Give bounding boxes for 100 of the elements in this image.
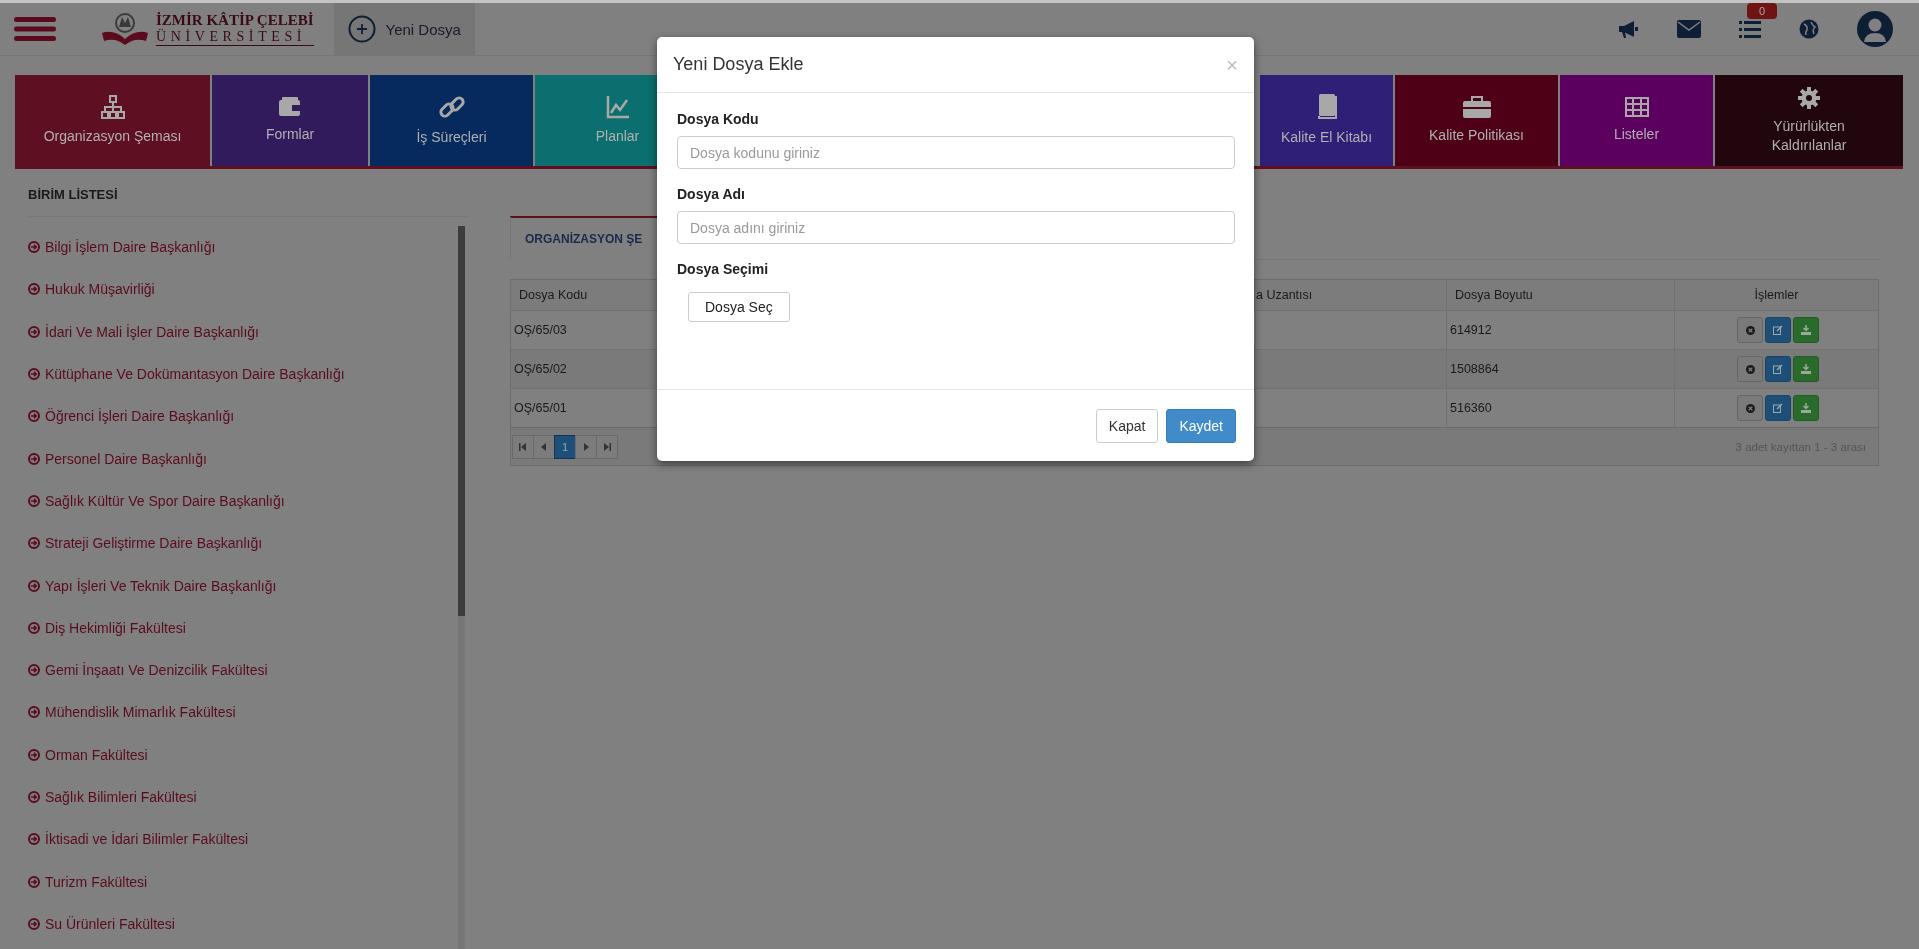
arrow-circle-icon bbox=[28, 368, 40, 381]
sidebar-item[interactable]: Su Ürünleri Fakültesi bbox=[28, 902, 458, 946]
arrow-circle-icon bbox=[28, 579, 40, 592]
download-button[interactable] bbox=[1793, 317, 1819, 343]
download-icon bbox=[1801, 364, 1811, 374]
sidebar-item[interactable]: İdari Ve Mali İşler Daire Başkanlığı bbox=[28, 310, 458, 353]
book-icon bbox=[1316, 94, 1337, 120]
arrow-circle-icon bbox=[28, 833, 40, 846]
arrow-circle-icon bbox=[28, 621, 40, 634]
line-chart-icon bbox=[605, 95, 630, 119]
page-button[interactable]: 1 bbox=[554, 434, 576, 459]
sidebar-item[interactable]: Gemi İnşaatı Ve Denizcilik Fakültesi bbox=[28, 648, 458, 692]
input-field[interactable]: Dosya kodunu giriniz bbox=[677, 136, 1235, 169]
sidebar-item[interactable]: İktisadi ve İdari Bilimler Fakültesi bbox=[28, 818, 458, 861]
megaphone-icon[interactable] bbox=[1617, 19, 1639, 39]
arrow-circle-icon bbox=[28, 410, 40, 423]
table-cell: OŞ/65/02 bbox=[514, 362, 567, 376]
input-field[interactable]: Dosya adını giriniz bbox=[677, 211, 1235, 244]
arrow-circle-icon bbox=[28, 791, 40, 803]
download-icon bbox=[1801, 403, 1811, 413]
download-button[interactable] bbox=[1793, 395, 1819, 421]
sidebar-item[interactable]: Sağlık Kültür Ve Spor Daire Başkanlığı bbox=[28, 479, 458, 523]
link-icon bbox=[438, 94, 465, 120]
sidebar-item[interactable]: Diş Hekimliği Fakültesi bbox=[28, 606, 458, 649]
arrow-circle-icon bbox=[28, 875, 40, 888]
sidebar-item[interactable]: Strateji Geliştirme Daire Başkanlığı bbox=[28, 522, 458, 565]
arrow-circle-icon bbox=[28, 452, 40, 465]
previous-page-button[interactable] bbox=[533, 434, 555, 459]
next-page-button[interactable] bbox=[575, 434, 597, 459]
new-file-button[interactable]: Yeni Dosya bbox=[333, 3, 475, 55]
close-circle-icon bbox=[1745, 403, 1755, 413]
last-page-button[interactable] bbox=[596, 434, 618, 459]
column-header: Dosya Boyutu bbox=[1455, 288, 1533, 302]
menu-tile[interactable]: Formlar bbox=[212, 75, 368, 166]
table-cell: OŞ/65/03 bbox=[514, 323, 567, 337]
sidebar-item[interactable]: Bilgi İşlem Daire Başkanlığı bbox=[28, 226, 458, 269]
settings-icon bbox=[1798, 86, 1820, 109]
sidebar-item[interactable]: Sağlık Bilimleri Fakültesi bbox=[28, 775, 458, 819]
logo-icon bbox=[100, 11, 150, 47]
previous-icon bbox=[541, 442, 547, 451]
avatar-icon[interactable] bbox=[1857, 11, 1893, 47]
menu-tile[interactable]: Listeler bbox=[1560, 75, 1713, 166]
column-header: a Uzantısı bbox=[1256, 288, 1313, 302]
sidebar-title: BİRİM LİSTESİ bbox=[28, 187, 467, 217]
sidebar-item[interactable]: Yapı İşleri Ve Teknik Daire Başkanlığı bbox=[28, 564, 458, 607]
arrow-circle-icon bbox=[28, 241, 40, 254]
wallet-icon bbox=[279, 97, 301, 117]
choose-file-button[interactable]: Dosya Seç bbox=[688, 292, 790, 322]
close-circle-icon bbox=[1745, 364, 1755, 374]
arrow-circle-icon bbox=[28, 917, 40, 930]
first-page-icon bbox=[519, 442, 527, 451]
sidebar-item[interactable]: Öğrenci İşleri Daire Başkanlığı bbox=[28, 395, 458, 438]
next-icon bbox=[583, 442, 589, 451]
field-label: Dosya Seçimi bbox=[677, 261, 769, 277]
menu-tile[interactable]: Organizasyon Şeması bbox=[15, 75, 210, 166]
sidebar-item[interactable]: Personel Daire Başkanlığı bbox=[28, 437, 458, 480]
list-icon[interactable] bbox=[1739, 19, 1761, 39]
sidebar-item[interactable]: Kütüphane Ve Dokümantasyon Daire Başkanlığı bbox=[28, 352, 458, 396]
save-button[interactable]: Kaydet bbox=[1166, 408, 1236, 443]
arrow-circle-icon bbox=[28, 325, 40, 338]
logo-subtitle: ÜNİVERSİTESİ bbox=[156, 29, 307, 45]
menu-tile[interactable]: İş Süreçleri bbox=[370, 75, 533, 166]
delete-button[interactable] bbox=[1737, 356, 1763, 382]
sidebar-item[interactable]: Hukuk Müşavirliği bbox=[28, 268, 458, 311]
sidebar-item[interactable]: Mühendislik Mimarlık Fakültesi bbox=[28, 691, 458, 734]
arrow-circle-icon bbox=[28, 283, 40, 296]
delete-button[interactable] bbox=[1737, 317, 1763, 343]
first-page-button[interactable] bbox=[512, 434, 534, 459]
envelope-icon[interactable] bbox=[1677, 20, 1701, 38]
download-button[interactable] bbox=[1793, 356, 1819, 382]
arrow-circle-icon bbox=[28, 706, 40, 719]
close-button[interactable]: × bbox=[1226, 54, 1238, 75]
edit-icon bbox=[1773, 403, 1783, 413]
close-dialog-button[interactable]: Kapat bbox=[1095, 408, 1159, 443]
menu-tile[interactable]: Kalite Politikası bbox=[1395, 75, 1558, 166]
arrow-circle-icon bbox=[28, 537, 40, 550]
edit-button[interactable] bbox=[1765, 395, 1791, 421]
edit-icon bbox=[1773, 364, 1783, 374]
menu-tile[interactable]: Yürürlükten Kaldırılanlar bbox=[1715, 75, 1903, 166]
arrow-circle-icon bbox=[28, 748, 40, 761]
close-circle-icon bbox=[1745, 325, 1755, 335]
arrow-circle-icon bbox=[28, 494, 40, 507]
delete-button[interactable] bbox=[1737, 395, 1763, 421]
column-header: İşlemler bbox=[1754, 288, 1799, 302]
menu-tile[interactable]: Kalite El Kitabı bbox=[1260, 75, 1393, 166]
sidebar-item[interactable]: Turizm Fakültesi bbox=[28, 860, 458, 903]
hierarchy-icon bbox=[100, 95, 125, 119]
edit-icon bbox=[1773, 325, 1783, 335]
edit-button[interactable] bbox=[1765, 356, 1791, 382]
sidebar-item[interactable]: Orman Fakültesi bbox=[28, 733, 458, 776]
notification-badge: 0 bbox=[1747, 3, 1778, 19]
field-label: Dosya Adı bbox=[677, 186, 745, 202]
globe-icon[interactable] bbox=[1799, 19, 1819, 39]
edit-button[interactable] bbox=[1765, 317, 1791, 343]
scrollbar[interactable] bbox=[458, 226, 465, 949]
menu-icon[interactable] bbox=[14, 17, 56, 41]
arrow-circle-icon bbox=[28, 664, 40, 677]
column-header: Dosya Kodu bbox=[519, 288, 588, 302]
table-cell: OŞ/65/01 bbox=[514, 401, 567, 415]
download-icon bbox=[1801, 325, 1811, 335]
